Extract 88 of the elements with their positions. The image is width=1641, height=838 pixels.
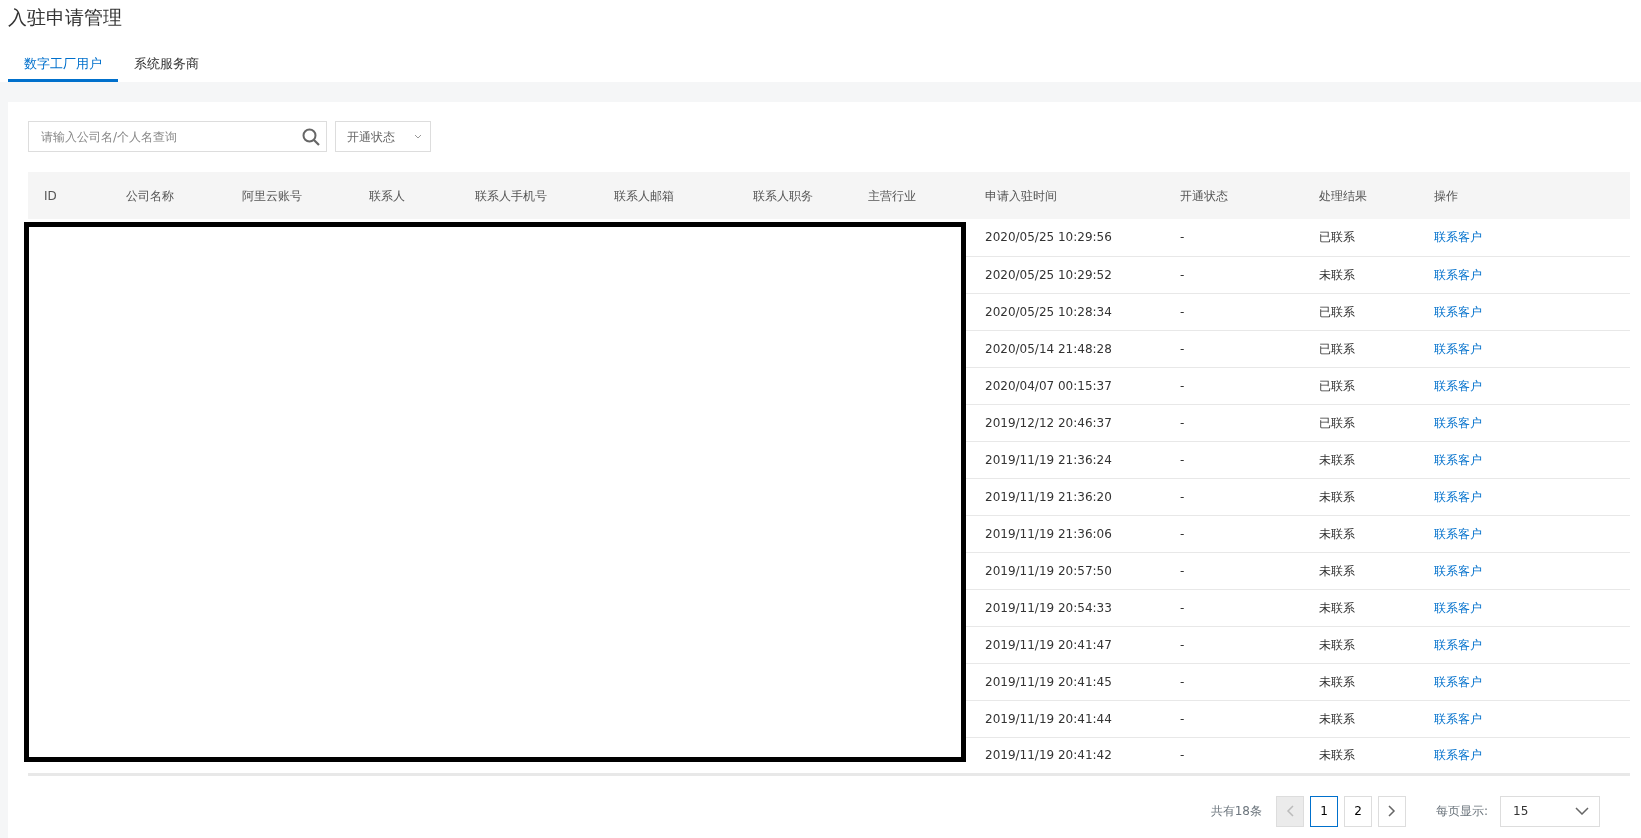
page-size-label: 每页显示:: [1435, 803, 1488, 820]
caret-icon: [1575, 807, 1589, 815]
table-cell: 2019/11/19 20:41:44: [969, 700, 1164, 737]
table-cell: 未联系: [1303, 515, 1418, 552]
status-dropdown[interactable]: 开通状态: [335, 121, 431, 152]
previous-page-button[interactable]: [1275, 795, 1304, 827]
table-cell: 已联系: [1303, 367, 1418, 404]
caret-icon: [414, 134, 422, 139]
contact-link[interactable]: 联系客户: [1434, 415, 1482, 430]
table-cell: -: [1164, 589, 1303, 626]
table-cell: 2019/11/19 20:41:47: [969, 626, 1164, 663]
page-size-dropdown[interactable]: 15: [1500, 795, 1600, 827]
contact-link[interactable]: 联系客户: [1434, 674, 1482, 689]
table-cell: -: [1164, 700, 1303, 737]
table-cell: 未联系: [1303, 441, 1418, 478]
table-cell: -: [1164, 367, 1303, 404]
table-cell: 2019/12/12 20:46:37: [969, 404, 1164, 441]
table-cell: -: [1164, 293, 1303, 330]
contact-link[interactable]: 联系客户: [1434, 378, 1482, 393]
column-header: 公司名称: [110, 172, 226, 219]
column-header: ID: [28, 172, 110, 219]
table-cell: -: [1164, 256, 1303, 293]
table-cell: 2019/11/19 21:36:20: [969, 478, 1164, 515]
table-cell: -: [1164, 737, 1303, 774]
contact-link[interactable]: 联系客户: [1434, 489, 1482, 504]
table-cell: 2019/11/19 20:57:50: [969, 552, 1164, 589]
table-cell: 2019/11/19 20:41:42: [969, 737, 1164, 774]
table-cell: 已联系: [1303, 404, 1418, 441]
table-cell: 未联系: [1303, 478, 1418, 515]
table-cell: -: [1164, 663, 1303, 700]
table-cell: 未联系: [1303, 700, 1418, 737]
contact-link[interactable]: 联系客户: [1434, 637, 1482, 652]
table-cell: 2020/05/25 10:29:56: [969, 219, 1164, 256]
page-button[interactable]: 2: [1343, 795, 1372, 827]
column-header: 申请入驻时间: [969, 172, 1164, 219]
table-cell: 2020/05/25 10:28:34: [969, 293, 1164, 330]
column-header: 操作: [1418, 172, 1630, 219]
table-cell: 2020/05/14 21:48:28: [969, 330, 1164, 367]
contact-link[interactable]: 联系客户: [1434, 711, 1482, 726]
table-cell: -: [1164, 404, 1303, 441]
table-cell: 已联系: [1303, 293, 1418, 330]
table-cell: -: [1164, 330, 1303, 367]
search-icon[interactable]: [302, 127, 320, 146]
column-header: 联系人: [353, 172, 459, 219]
contact-link[interactable]: 联系客户: [1434, 267, 1482, 282]
table-cell: -: [1164, 478, 1303, 515]
chevron-left-icon: [1285, 805, 1294, 817]
table-cell: 未联系: [1303, 589, 1418, 626]
table-cell: 2019/11/19 20:41:45: [969, 663, 1164, 700]
page-button[interactable]: 1: [1309, 795, 1338, 827]
total-count: 共有18条: [1210, 803, 1262, 820]
table-cell: 未联系: [1303, 737, 1418, 774]
page-title: 入驻申请管理: [7, 5, 123, 30]
chevron-right-icon: [1387, 805, 1396, 817]
table-cell: 2020/05/25 10:29:52: [969, 256, 1164, 293]
table-cell: -: [1164, 552, 1303, 589]
next-page-button[interactable]: [1377, 795, 1406, 827]
search-field[interactable]: 请输入公司名/个人名查询: [28, 121, 327, 152]
table-cell: 已联系: [1303, 330, 1418, 367]
contact-link[interactable]: 联系客户: [1434, 748, 1482, 762]
table-cell: 未联系: [1303, 256, 1418, 293]
column-header: 开通状态: [1164, 172, 1303, 219]
table-cell: -: [1164, 515, 1303, 552]
contact-link[interactable]: 联系客户: [1434, 526, 1482, 541]
table-cell: 2019/11/19 20:54:33: [969, 589, 1164, 626]
table-cell: 未联系: [1303, 663, 1418, 700]
contact-link[interactable]: 联系客户: [1434, 452, 1482, 467]
column-header: 处理结果: [1303, 172, 1418, 219]
table-cell: 未联系: [1303, 552, 1418, 589]
contact-link[interactable]: 联系客户: [1434, 600, 1482, 615]
table-cell: -: [1164, 441, 1303, 478]
contact-link[interactable]: 联系客户: [1434, 230, 1482, 245]
column-header: 联系人手机号: [459, 172, 598, 219]
contact-link[interactable]: 联系客户: [1434, 563, 1482, 578]
table-cell: 已联系: [1303, 219, 1418, 256]
table-cell: 未联系: [1303, 626, 1418, 663]
contact-link[interactable]: 联系客户: [1434, 341, 1482, 356]
column-header: 主营行业: [852, 172, 969, 219]
table-cell: -: [1164, 626, 1303, 663]
table-cell: 2019/11/19 21:36:24: [969, 441, 1164, 478]
column-header: 阿里云账号: [226, 172, 353, 219]
table-cell: 2020/04/07 00:15:37: [969, 367, 1164, 404]
column-header: 联系人职务: [737, 172, 852, 219]
contact-link[interactable]: 联系客户: [1434, 304, 1482, 319]
table-cell: -: [1164, 219, 1303, 256]
tab[interactable]: 系统服务商: [118, 53, 215, 82]
column-header: 联系人邮箱: [598, 172, 737, 219]
table-cell: 2019/11/19 21:36:06: [969, 515, 1164, 552]
